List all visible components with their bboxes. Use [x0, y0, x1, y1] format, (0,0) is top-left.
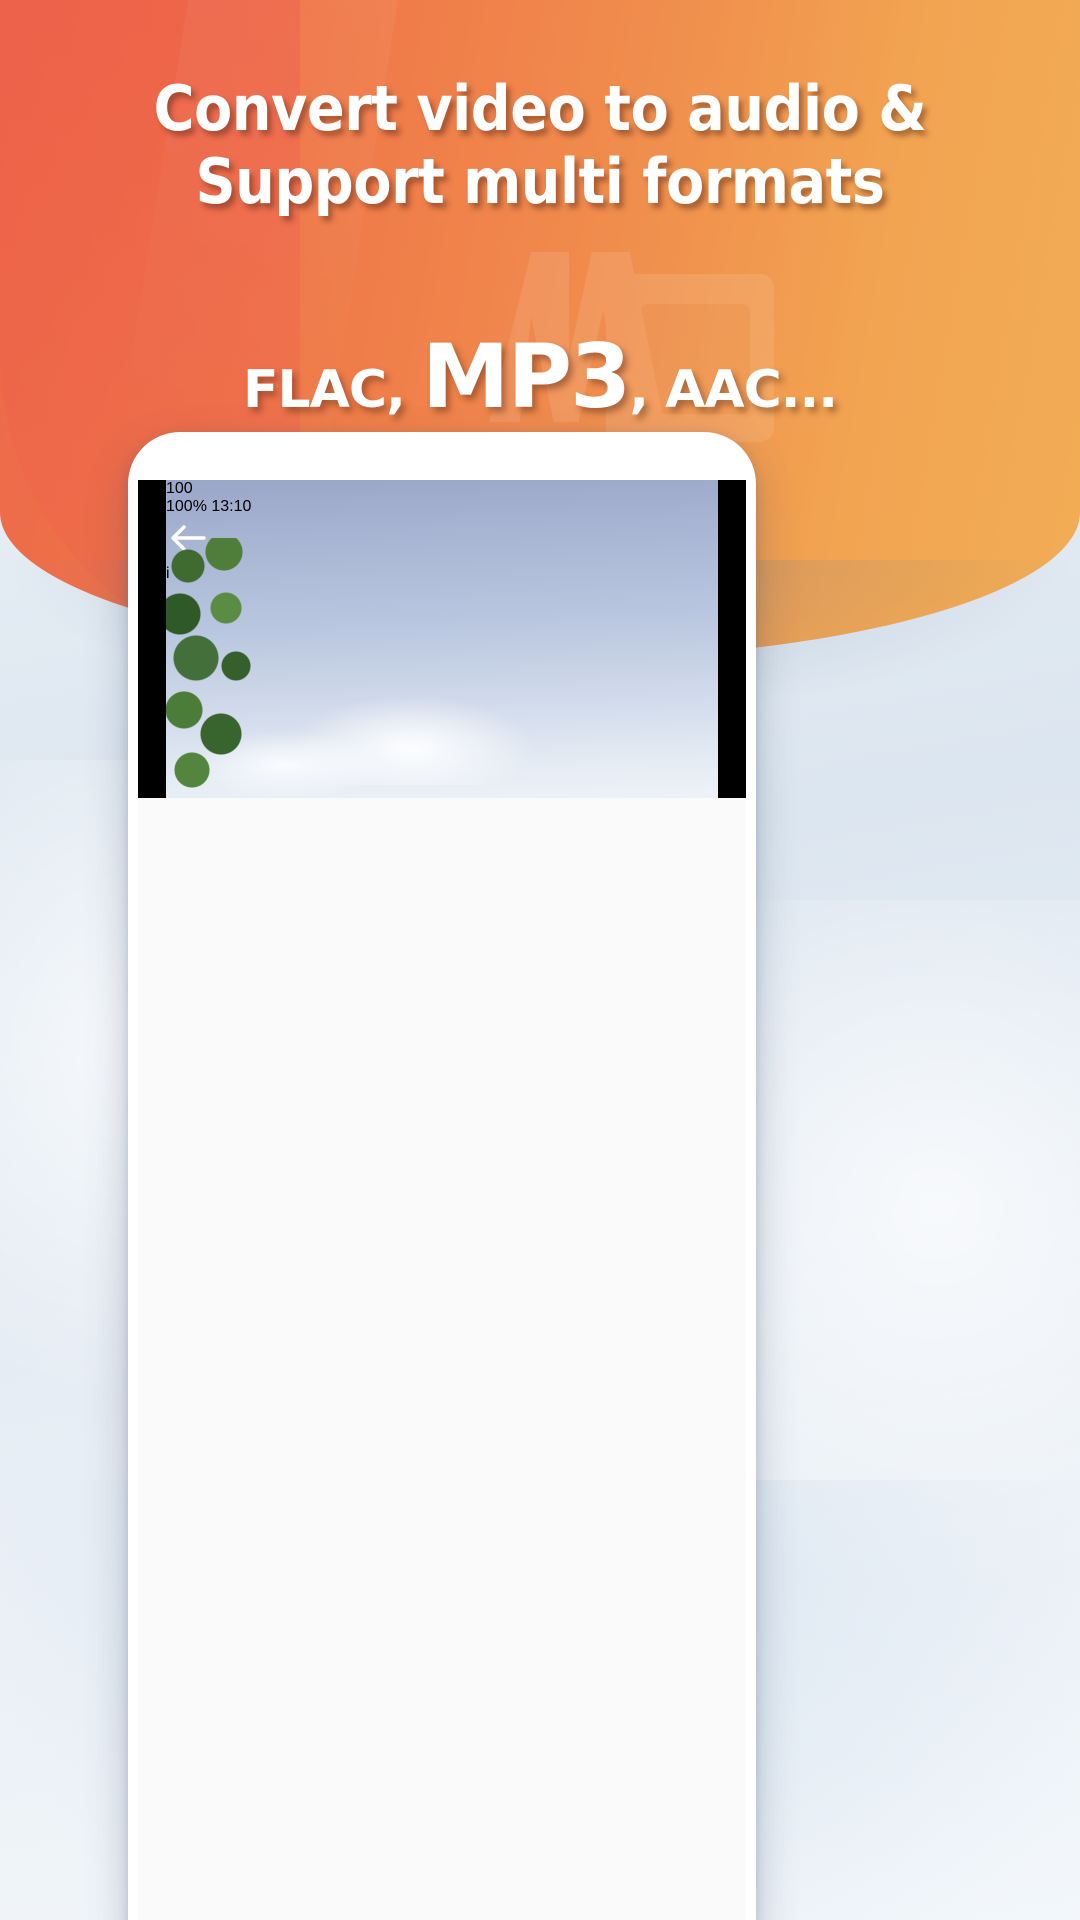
headline-line-1: Convert video to audio &	[153, 72, 927, 145]
foliage-right	[598, 480, 718, 710]
phone-screen: 100 100% 13:10	[138, 480, 746, 1920]
clock-label: 13:10	[211, 498, 252, 515]
formats-prefix: FLAC,	[243, 360, 422, 420]
promo-headline: Convert video to audio & Support multi f…	[0, 72, 1080, 218]
promo-screenshot: Convert video to audio & Support multi f…	[0, 0, 1080, 1920]
formats-highlight: MP3	[421, 325, 631, 428]
headline-line-2: Support multi formats	[195, 145, 885, 219]
phone-mockup: 100 100% 13:10	[128, 432, 756, 1920]
foliage-left	[166, 538, 258, 798]
battery-percent-label: 100%	[166, 498, 207, 515]
video-preview[interactable]: 100 100% 13:10	[138, 480, 746, 798]
formats-suffix: , AAC...	[629, 360, 838, 420]
video-frame: 100 100% 13:10	[166, 480, 718, 798]
promo-formats-line: FLAC, MP3, AAC...	[0, 325, 1080, 428]
